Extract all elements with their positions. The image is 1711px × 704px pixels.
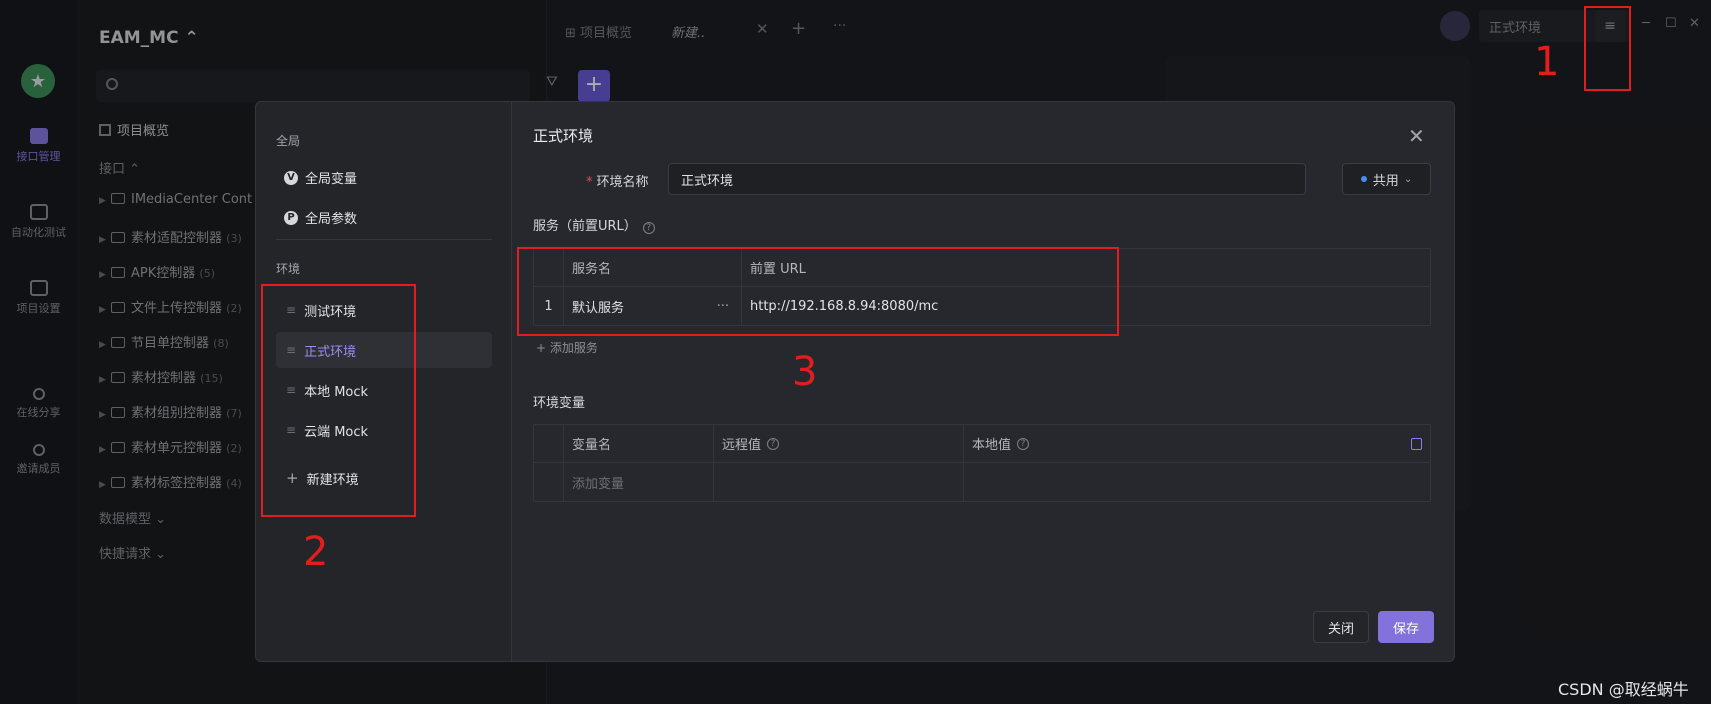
close-icon[interactable]: ✕ [1408,124,1425,148]
help-icon[interactable]: ? [1017,437,1030,450]
add-service-button[interactable]: + 添加服务 [536,339,598,356]
annotation-number: 1 [1534,39,1560,85]
remote-value-cell[interactable] [714,463,964,501]
column-header: 变量名 [564,425,714,462]
help-icon[interactable]: ? [642,222,655,234]
annotation-box [261,284,416,517]
services-section-title: 服务（前置URL）? [533,215,655,234]
env-vars-section-title: 环境变量 [533,396,586,411]
dialog-title: 正式环境 [533,127,594,145]
table-header-row: 变量名 远程值? 本地值? [534,425,1430,463]
annotation-box [1584,6,1631,91]
annotation-box [517,247,1119,336]
column-header: 远程值? [714,425,964,462]
annotation-number: 3 [792,349,818,395]
watermark: CSDN @取经蜗牛 [1558,680,1689,699]
variable-icon: V [284,170,298,185]
status-dot [1360,176,1367,182]
close-button[interactable]: 关闭 [1313,611,1369,643]
environment-dialog: 全局 V 全局变量 P 全局参数 环境 ≡ 测试环境 ≡ 正式环境 ≡ 本地 M… [255,101,1455,662]
chevron-down-icon: ⌄ [1403,173,1413,185]
help-icon[interactable]: ? [767,437,780,450]
divider [276,239,492,240]
add-variable-input[interactable]: 添加变量 [564,463,714,501]
global-variables-item[interactable]: V 全局变量 [284,168,357,187]
annotation-number: 2 [303,529,329,575]
global-group-title: 全局 [276,134,301,148]
column-header: 本地值? [964,425,1432,462]
env-name-label: * 环境名称 [586,175,649,190]
table-row: 添加变量 [534,463,1430,501]
env-vars-table: 变量名 远程值? 本地值? 添加变量 [533,424,1431,502]
global-params-item[interactable]: P 全局参数 [284,208,357,227]
save-button[interactable]: 保存 [1378,611,1434,643]
bulk-edit-icon[interactable] [1411,438,1422,450]
env-group-title: 环境 [276,262,301,276]
local-value-cell[interactable] [964,463,1432,501]
param-icon: P [284,210,298,225]
env-name-field[interactable] [668,163,1306,195]
share-scope-select[interactable]: 共用 ⌄ [1342,163,1431,195]
